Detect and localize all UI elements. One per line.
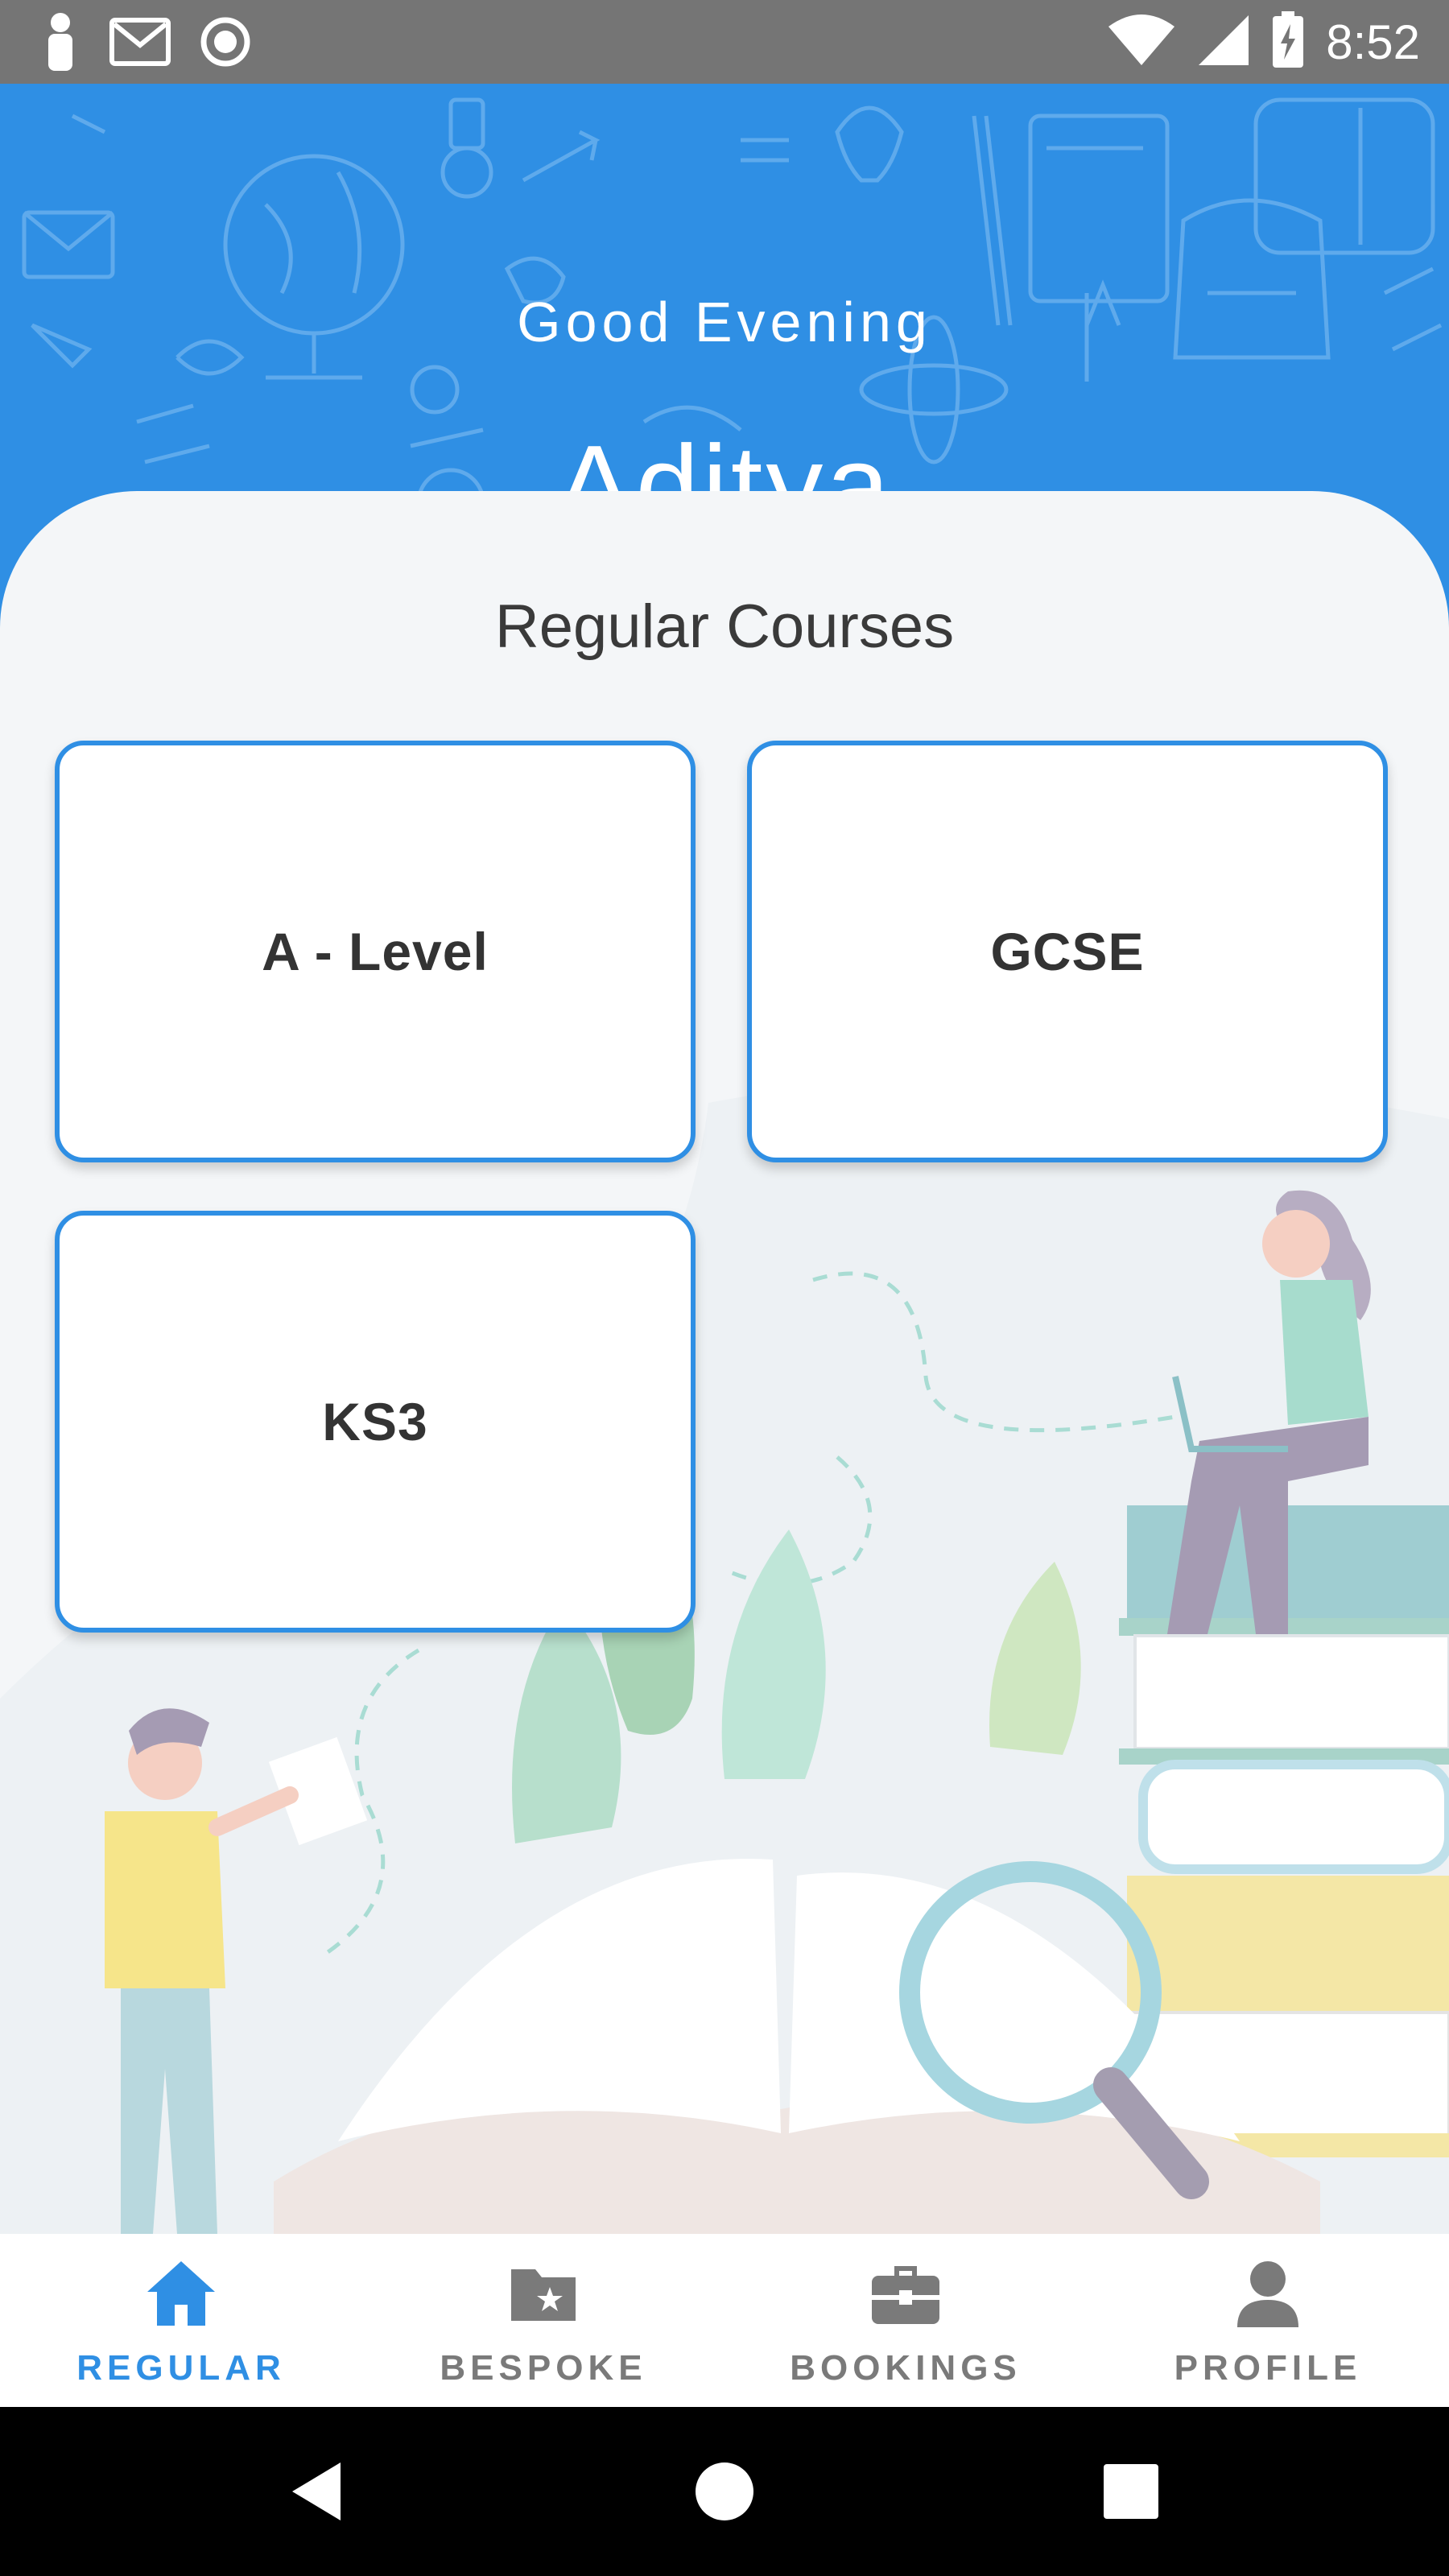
status-bar: 8:52 — [0, 0, 1449, 84]
recents-icon[interactable] — [1091, 2451, 1171, 2532]
main-content: Regular Courses A - Level GCSE KS3 — [0, 491, 1449, 2234]
course-label: KS3 — [322, 1392, 428, 1451]
nav-item-bespoke[interactable]: BESPOKE — [362, 2234, 724, 2407]
back-icon[interactable] — [278, 2451, 358, 2532]
signal-icon — [1197, 14, 1250, 71]
bottom-navigation: REGULAR BESPOKE BOOKINGS PROFILE — [0, 2234, 1449, 2407]
home-circle-icon[interactable] — [684, 2451, 765, 2532]
system-navigation-bar — [0, 2407, 1449, 2576]
home-icon — [147, 2261, 215, 2326]
battery-charging-icon — [1271, 11, 1305, 73]
gmail-icon — [109, 18, 171, 70]
course-label: GCSE — [990, 922, 1145, 981]
folder-star-icon — [511, 2269, 576, 2321]
nav-label: BOOKINGS — [790, 2348, 1022, 2388]
nav-item-regular[interactable]: REGULAR — [0, 2234, 362, 2407]
greeting-text: Good Evening — [517, 291, 932, 353]
record-icon — [200, 16, 251, 72]
person-icon — [40, 11, 80, 76]
status-time: 8:52 — [1326, 15, 1420, 69]
status-right-icons: 8:52 — [1107, 11, 1420, 73]
nav-item-bookings[interactable]: BOOKINGS — [724, 2234, 1087, 2407]
nav-item-profile[interactable]: PROFILE — [1087, 2234, 1449, 2407]
course-card-a-level[interactable]: A - Level — [55, 741, 696, 1162]
status-left-icons — [40, 11, 251, 76]
person-icon — [1237, 2261, 1298, 2327]
course-card-ks3[interactable]: KS3 — [55, 1211, 696, 1633]
nav-label: BESPOKE — [440, 2348, 647, 2388]
wifi-icon — [1107, 14, 1176, 71]
briefcase-icon — [872, 2266, 939, 2324]
section-title: Regular Courses — [494, 592, 955, 661]
nav-label: REGULAR — [76, 2348, 286, 2388]
nav-label: PROFILE — [1174, 2348, 1362, 2388]
course-label: A - Level — [262, 922, 489, 981]
course-card-gcse[interactable]: GCSE — [747, 741, 1388, 1162]
